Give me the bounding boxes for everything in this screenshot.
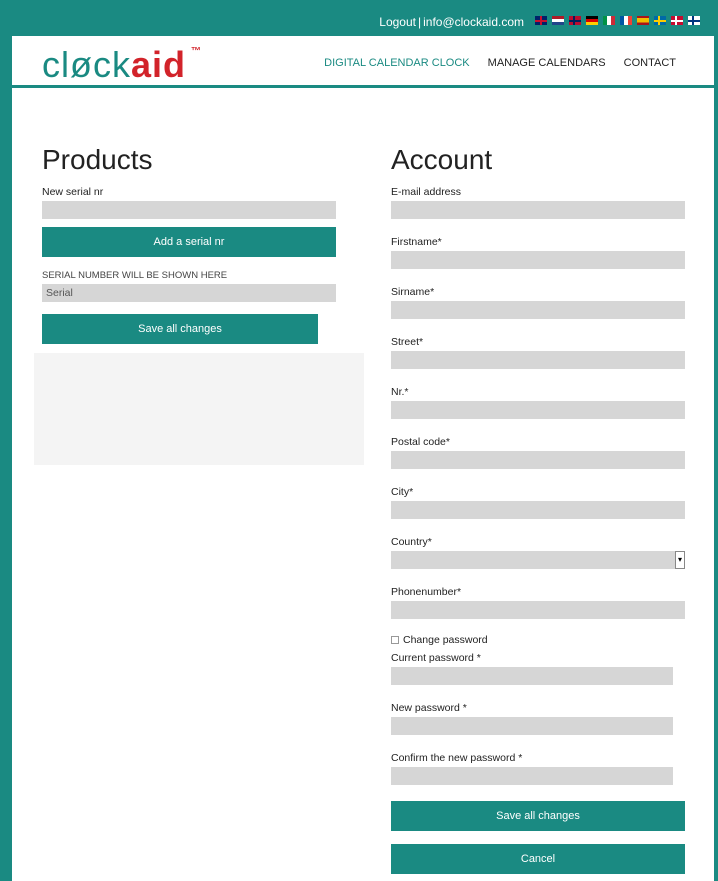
firstname-label: Firstname* (391, 236, 442, 248)
country-select[interactable]: ▾ (391, 551, 685, 569)
clockaid-logo[interactable]: cløckaid ™ (42, 44, 201, 86)
sirname-label: Sirname* (391, 286, 435, 298)
sirname-field[interactable] (391, 301, 685, 319)
flag-dk-icon[interactable] (671, 16, 683, 25)
postal-label: Postal code* (391, 436, 450, 448)
logo-aid-text: aid (131, 44, 187, 85)
page: Logout | info@clockaid.com cløckaid ™ DIGIT… (12, 8, 714, 881)
add-serial-button[interactable]: Add a serial nr (42, 227, 336, 257)
flag-fi-icon[interactable] (688, 16, 700, 25)
email-link[interactable]: info@clockaid.com (423, 15, 524, 29)
trademark-symbol: ™ (191, 46, 203, 57)
serial-hint: SERIAL NUMBER WILL BE SHOWN HERE (42, 270, 228, 281)
phone-label: Phonenumber* (391, 586, 462, 598)
serial-label: New serial nr (42, 186, 104, 198)
new-password-label: New password * (391, 702, 467, 714)
flag-fr-icon[interactable] (620, 16, 632, 25)
products-save-button[interactable]: Save all changes (42, 314, 318, 344)
account-save-button[interactable]: Save all changes (391, 801, 685, 831)
top-bar: Logout | info@clockaid.com (12, 8, 714, 36)
house-number-field[interactable] (391, 401, 685, 419)
flag-se-icon[interactable] (654, 16, 666, 25)
change-password-label: Change password (403, 634, 488, 646)
nav-manage-calendars[interactable]: MANAGE CALENDARS (488, 57, 606, 69)
nav-digital-calendar-clock[interactable]: DIGITAL CALENDAR CLOCK (324, 57, 469, 69)
separator: | (417, 15, 422, 29)
change-password-checkbox[interactable] (391, 636, 399, 644)
flag-no-icon[interactable] (569, 16, 581, 25)
flag-nl-icon[interactable] (552, 16, 564, 25)
top-links: Logout | info@clockaid.com (379, 15, 524, 29)
email-field[interactable] (391, 201, 685, 219)
serial-display-field[interactable] (42, 284, 336, 302)
country-label: Country* (391, 536, 432, 548)
language-flags (535, 16, 700, 25)
shaded-panel (34, 353, 364, 465)
street-label: Street* (391, 336, 424, 348)
products-section: Products New serial nr Add a serial nr S… (42, 144, 336, 344)
email-label: E-mail address (391, 186, 462, 198)
new-password-field[interactable] (391, 717, 673, 735)
logo-clock-text: cløck (42, 44, 131, 85)
header: cløckaid ™ DIGITAL CALENDAR CLOCK MANAGE … (12, 36, 714, 88)
current-password-field[interactable] (391, 667, 673, 685)
nav-contact[interactable]: CONTACT (624, 57, 676, 69)
city-label: City* (391, 486, 414, 498)
new-serial-input[interactable] (42, 201, 336, 219)
postal-code-field[interactable] (391, 451, 685, 469)
account-title: Account (391, 144, 493, 175)
flag-de-icon[interactable] (586, 16, 598, 25)
account-section: Account E-mail address Firstname* Sirnam… (391, 144, 685, 874)
change-password-toggle[interactable]: Change password (391, 634, 685, 646)
main-nav: DIGITAL CALENDAR CLOCK MANAGE CALENDARS … (324, 57, 676, 69)
products-title: Products (42, 144, 153, 175)
city-field[interactable] (391, 501, 685, 519)
phone-field[interactable] (391, 601, 685, 619)
firstname-field[interactable] (391, 251, 685, 269)
nr-label: Nr.* (391, 386, 409, 398)
confirm-password-field[interactable] (391, 767, 673, 785)
country-select-box (391, 551, 685, 569)
chevron-down-icon[interactable]: ▾ (675, 551, 685, 569)
logout-link[interactable]: Logout (379, 15, 416, 29)
street-field[interactable] (391, 351, 685, 369)
flag-uk-icon[interactable] (535, 16, 547, 25)
flag-it-icon[interactable] (603, 16, 615, 25)
current-password-label: Current password * (391, 652, 481, 664)
confirm-password-label: Confirm the new password * (391, 752, 523, 764)
cancel-button[interactable]: Cancel (391, 844, 685, 874)
flag-es-icon[interactable] (637, 16, 649, 25)
